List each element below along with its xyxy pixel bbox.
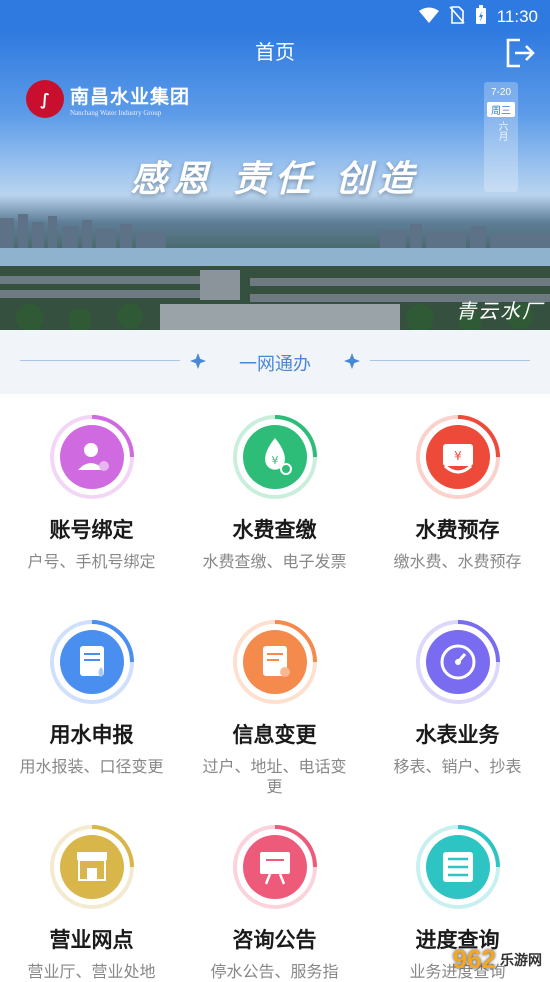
service-tile-notices[interactable]: 咨询公告 停水公告、服务指 bbox=[183, 804, 366, 982]
logo-subtext: Nanchang Water Industry Group bbox=[70, 108, 162, 117]
service-tile-info-change[interactable]: 信息变更 过户、地址、电话变更 bbox=[183, 599, 366, 797]
no-sim-icon bbox=[449, 6, 465, 28]
company-logo: ∫ 南昌水业集团 Nanchang Water Industry Group bbox=[26, 80, 190, 118]
service-name: 用水申报 bbox=[49, 723, 134, 747]
logo-mark-icon: ∫ bbox=[26, 80, 64, 118]
service-name: 咨询公告 bbox=[232, 928, 317, 952]
service-name: 账号绑定 bbox=[49, 518, 134, 542]
divider-right bbox=[370, 360, 530, 361]
water-drop-search-icon: ¥ bbox=[232, 414, 318, 500]
notice-board-icon bbox=[232, 824, 318, 910]
logo-text: 南昌水业集团 bbox=[70, 85, 191, 108]
calendar-date: 7-20 bbox=[490, 87, 511, 98]
page-title: 首页 bbox=[255, 42, 295, 64]
site-watermark: 962 乐游网 bbox=[453, 944, 542, 975]
calendar-lunar: 六月 bbox=[496, 121, 507, 141]
meter-gauge-icon bbox=[415, 619, 501, 705]
service-tile-outlets[interactable]: 营业网点 营业厅、营业处地 bbox=[0, 804, 183, 982]
service-name: 信息变更 bbox=[232, 723, 317, 747]
service-name: 水表业务 bbox=[415, 723, 500, 747]
service-tile-water-apply[interactable]: 用水申报 用水报装、口径变更 bbox=[0, 599, 183, 777]
service-desc: 用水报装、口径变更 bbox=[19, 757, 164, 776]
banner-slogan: 感恩 责任 创造 bbox=[130, 158, 420, 200]
service-desc: 户号、手机号绑定 bbox=[27, 552, 156, 571]
service-tile-meter[interactable]: 水表业务 移表、销户、抄表 bbox=[366, 599, 549, 777]
service-name: 水费查缴 bbox=[232, 518, 317, 542]
svg-text:¥: ¥ bbox=[454, 449, 462, 463]
service-tile-deposit[interactable]: ¥ 水费预存 缴水费、水费预存 bbox=[366, 394, 549, 572]
logout-icon[interactable] bbox=[502, 36, 536, 70]
store-location-icon bbox=[49, 824, 135, 910]
battery-charging-icon bbox=[475, 5, 487, 29]
status-time: 11:30 bbox=[496, 7, 538, 26]
service-desc: 移表、销户、抄表 bbox=[393, 757, 522, 776]
hero-banner: 首页 ∫ 南昌水业集团 Nanchang Water Industry Grou… bbox=[0, 30, 550, 330]
service-tile-bill-query[interactable]: ¥ 水费查缴 水费查缴、电子发票 bbox=[183, 394, 366, 572]
service-desc: 过户、地址、电话变更 bbox=[202, 757, 347, 796]
document-drop-icon bbox=[49, 619, 135, 705]
service-desc: 营业厅、营业处地 bbox=[27, 962, 156, 981]
service-desc: 缴水费、水费预存 bbox=[393, 552, 522, 571]
watermark-text: 乐游网 bbox=[500, 951, 542, 968]
calendar-weekday: 周三 bbox=[487, 102, 515, 117]
wifi-icon bbox=[418, 7, 439, 27]
svg-text:¥: ¥ bbox=[271, 454, 278, 467]
section-title: 一网通办 bbox=[239, 354, 311, 374]
document-edit-icon bbox=[232, 619, 318, 705]
user-bind-icon bbox=[49, 414, 135, 500]
ornament-right-icon bbox=[344, 353, 360, 369]
service-desc: 停水公告、服务指 bbox=[210, 962, 339, 981]
list-progress-icon bbox=[415, 824, 501, 910]
service-desc: 水费查缴、电子发票 bbox=[202, 552, 347, 571]
place-label: 青云水厂 bbox=[456, 299, 544, 323]
section-header: 一网通办 bbox=[0, 330, 550, 394]
yen-deposit-icon: ¥ bbox=[415, 414, 501, 500]
status-bar: 11:30 bbox=[0, 0, 550, 30]
service-tile-account-bind[interactable]: 账号绑定 户号、手机号绑定 bbox=[0, 394, 183, 572]
service-name: 水费预存 bbox=[415, 518, 500, 542]
watermark-logo: 962 bbox=[452, 944, 496, 974]
service-name: 营业网点 bbox=[49, 928, 134, 952]
